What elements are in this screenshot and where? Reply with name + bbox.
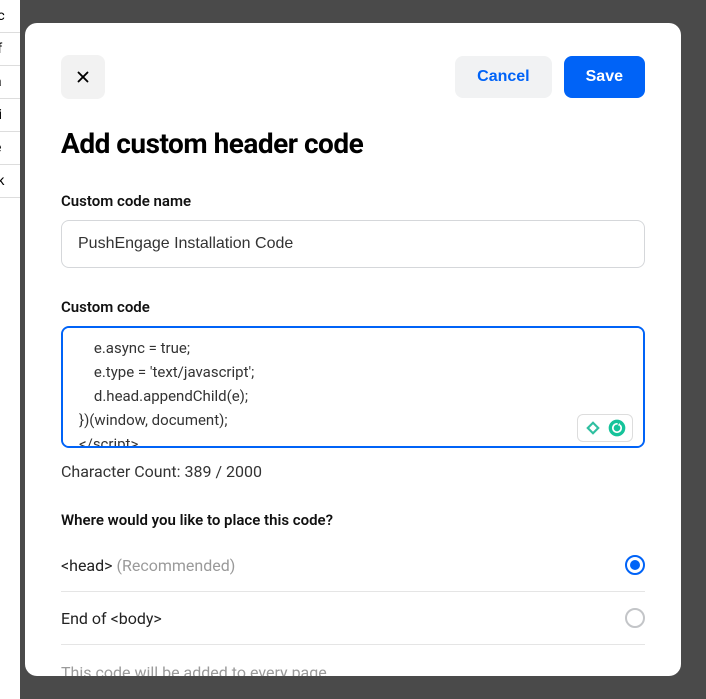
- modal-title: Add custom header code: [61, 127, 645, 160]
- field-group-code: Custom code Characte: [61, 298, 645, 481]
- code-textarea[interactable]: [61, 326, 645, 448]
- placement-question: Where would you like to place this code?: [61, 511, 645, 529]
- header-actions: Cancel Save: [455, 56, 645, 98]
- name-label: Custom code name: [61, 192, 645, 210]
- code-tools: [577, 414, 633, 442]
- radio-input-body[interactable]: [625, 608, 645, 628]
- char-count: Character Count: 389 / 2000: [61, 462, 645, 481]
- close-icon: [74, 68, 92, 86]
- code-wrapper: [61, 326, 645, 452]
- radio-option-head[interactable]: <head> (Recommended): [61, 539, 645, 592]
- backdrop: ic if a ti e :k: [0, 0, 20, 699]
- placement-note: This code will be added to every page.: [61, 663, 645, 676]
- name-input[interactable]: [61, 220, 645, 268]
- modal-header: Cancel Save: [61, 55, 645, 99]
- custom-header-code-modal: Cancel Save Add custom header code Custo…: [25, 23, 681, 676]
- cancel-button[interactable]: Cancel: [455, 56, 551, 98]
- radio-label-body: End of <body>: [61, 609, 162, 628]
- field-group-name: Custom code name: [61, 192, 645, 268]
- grammarly-icon[interactable]: [607, 418, 627, 438]
- close-button[interactable]: [61, 55, 105, 99]
- radio-label-head: <head> (Recommended): [61, 556, 235, 575]
- code-label: Custom code: [61, 298, 645, 316]
- placement-section: Where would you like to place this code?…: [61, 511, 645, 676]
- radio-option-body[interactable]: End of <body>: [61, 592, 645, 645]
- radio-input-head[interactable]: [625, 555, 645, 575]
- extension-icon[interactable]: [583, 418, 603, 438]
- save-button[interactable]: Save: [564, 56, 645, 98]
